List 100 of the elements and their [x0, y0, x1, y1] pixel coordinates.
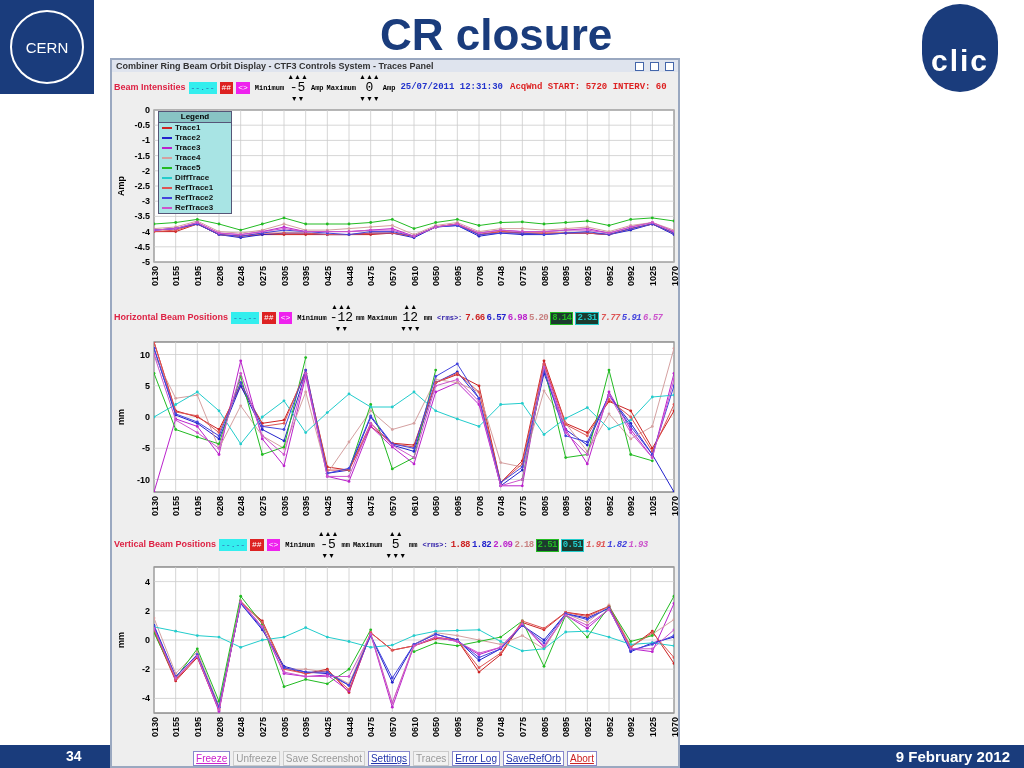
panel-title: Beam Intensities: [114, 81, 186, 95]
axis-title: Amp: [116, 176, 126, 196]
axis-tick-label: 1070: [669, 266, 678, 287]
rms-value: 1.82: [607, 539, 627, 551]
legend-label: Trace1: [175, 123, 201, 133]
axis-tick-label: 0275: [257, 717, 268, 738]
logo-text: clic: [930, 46, 989, 76]
rms-value: 6.57: [486, 312, 506, 324]
axis-tick-label: 0448: [344, 496, 355, 517]
slide-date: 9 February 2012: [895, 748, 1010, 765]
axis-tick-label: 0952: [604, 496, 615, 517]
rms-value: 2.09: [493, 539, 513, 551]
axis-tick-label: 0475: [366, 717, 377, 738]
axis-tick-label: 0395: [301, 717, 312, 738]
axis-tick-label: -4.5: [134, 241, 150, 252]
axis-tick-label: 0155: [171, 496, 182, 517]
axis-tick-label: 0395: [301, 496, 312, 517]
axis-tick-label: 0992: [626, 266, 637, 287]
axis-tick-label: -5: [142, 443, 150, 454]
axis-tick-label: 0992: [626, 496, 637, 517]
panel-title: Vertical Beam Positions: [114, 538, 217, 552]
timestamp: 25/07/2011 12:31:30: [400, 81, 503, 95]
page-number: 34: [66, 748, 82, 765]
axis-tick-label: 0748: [496, 717, 507, 738]
axis-tick-label: 0650: [431, 496, 442, 517]
axis-tick-label: 0448: [344, 717, 355, 738]
legend-label: RefTrace2: [175, 193, 214, 203]
axis-tick-label: 0695: [452, 266, 463, 287]
axis-tick-label: 0425: [322, 717, 333, 738]
axis-tick-label: -2.5: [134, 181, 150, 191]
legend-title: Legend: [159, 112, 231, 123]
axis-title: mm: [116, 632, 126, 648]
axis-tick-label: 0305: [279, 266, 290, 287]
acquisition-info: AcqWnd START: 5720 INTERV: 60: [510, 81, 667, 95]
axis-tick-label: 0155: [171, 266, 182, 287]
axis-tick-label: 0895: [561, 266, 572, 287]
axis-tick-label: 1025: [647, 266, 658, 287]
axis-tick-label: 0475: [366, 496, 377, 517]
axis-tick-label: -3.5: [134, 211, 150, 222]
axis-tick-label: 0775: [517, 496, 528, 517]
axis-tick-label: -0.5: [134, 120, 150, 131]
axis-tick-label: 0952: [604, 717, 615, 738]
axis-tick-label: 0775: [517, 717, 528, 738]
axis-tick-label: 0708: [474, 496, 485, 517]
axis-tick-label: 0570: [387, 496, 398, 517]
axis-tick-label: -2: [142, 664, 150, 675]
axis-tick-label: 0130: [149, 266, 160, 287]
axis-tick-label: 0748: [496, 266, 507, 287]
slide-title: CR closure: [380, 10, 613, 60]
axis-tick-label: 0708: [474, 717, 485, 738]
rms-value: 7.77: [600, 312, 620, 324]
legend-label: Trace5: [175, 163, 201, 173]
axis-tick-label: 0305: [279, 717, 290, 738]
axis-tick-label: 0195: [192, 496, 203, 517]
axis-tick-label: 0695: [452, 717, 463, 738]
legend-label: RefTrace1: [175, 183, 214, 193]
logo-text: CERN: [25, 39, 69, 55]
legend-label: Trace2: [175, 133, 201, 143]
axis-tick-label: 0208: [214, 496, 225, 517]
axis-tick-label: 0610: [409, 266, 420, 287]
axis-tick-label: 2: [145, 605, 150, 616]
axis-tick-label: 5: [145, 380, 150, 391]
axis-tick-label: -4: [142, 693, 150, 704]
axis-tick-label: -1.5: [134, 150, 150, 161]
axis-tick-label: 0425: [322, 496, 333, 517]
axis-tick-label: 0208: [214, 266, 225, 287]
axis-tick-label: 0708: [474, 266, 485, 287]
axis-tick-label: 0695: [452, 496, 463, 517]
rms-value: 5.20: [528, 312, 549, 324]
axis-tick-label: 1025: [647, 496, 658, 517]
axis-tick-label: 0805: [539, 266, 550, 287]
rms-value: 7.66: [465, 312, 485, 324]
rms-value: 1.91: [586, 539, 606, 551]
axis-tick-label: 10: [140, 349, 150, 360]
axis-tick-label: -5: [142, 257, 150, 267]
axis-tick-label: 0610: [409, 717, 420, 738]
panel-title: Horizontal Beam Positions: [114, 311, 229, 325]
axis-tick-label: 0248: [236, 496, 247, 517]
axis-tick-label: 0395: [301, 266, 312, 287]
legend-label: Trace4: [175, 153, 201, 163]
legend-label: RefTrace3: [175, 203, 214, 213]
axis-tick-label: 0570: [387, 717, 398, 738]
rms-value: 8.14: [550, 311, 574, 325]
axis-tick-label: 0248: [236, 717, 247, 738]
axis-tick-label: 0805: [539, 717, 550, 738]
axis-tick-label: 0895: [561, 496, 572, 517]
rms-value: 1.93: [628, 539, 648, 551]
axis-tick-label: 0570: [387, 266, 398, 287]
axis-tick-label: 0130: [149, 717, 160, 738]
axis-tick-label: 0925: [582, 496, 593, 517]
axis-tick-label: 0895: [561, 717, 572, 738]
axis-tick-label: 0925: [582, 266, 593, 287]
axis-tick-label: 0305: [279, 496, 290, 517]
axis-tick-label: 0195: [192, 717, 203, 738]
rms-value: 0.51: [560, 538, 585, 552]
axis-tick-label: -1: [142, 135, 150, 146]
axis-tick-label: 0650: [431, 717, 442, 738]
rms-value: 2.18: [514, 539, 534, 551]
axis-tick-label: 0275: [257, 496, 268, 517]
axis-tick-label: 0: [145, 635, 150, 645]
